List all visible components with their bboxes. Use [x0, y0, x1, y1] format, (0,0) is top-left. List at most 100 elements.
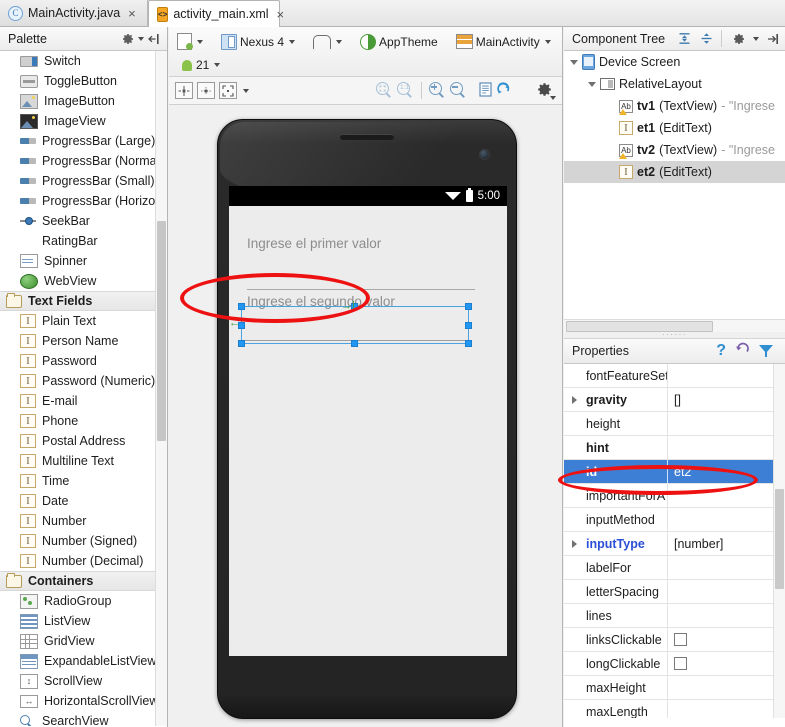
- hide-panel-icon[interactable]: [765, 31, 781, 47]
- device-screen[interactable]: 5:00 Ingrese el primer valor Ingrese el …: [229, 186, 507, 656]
- property-row-linksclickable[interactable]: linksClickable: [564, 628, 785, 652]
- property-value[interactable]: [667, 556, 785, 579]
- restore-default-icon[interactable]: [735, 342, 750, 360]
- palette-item-expandablelistview[interactable]: ExpandableListView: [0, 651, 167, 671]
- tab-mainactivity-java[interactable]: C MainActivity.java ×: [0, 0, 148, 26]
- property-row-labelfor[interactable]: labelFor: [564, 556, 785, 580]
- property-row-id[interactable]: id et2: [564, 460, 785, 484]
- theme-selector-button[interactable]: AppTheme: [356, 33, 442, 51]
- palette-item-person-name[interactable]: I Person Name: [0, 331, 167, 351]
- palette-item-number-decimal[interactable]: I Number (Decimal): [0, 551, 167, 571]
- palette-item-horizontalscrollview[interactable]: ↔ HorizontalScrollView: [0, 691, 167, 711]
- tab-close-icon[interactable]: ×: [128, 7, 136, 20]
- resize-handle-bottom-left[interactable]: [238, 340, 245, 347]
- resize-handle-bottom-right[interactable]: [465, 340, 472, 347]
- palette-item-radiogroup[interactable]: RadioGroup: [0, 591, 167, 611]
- property-expander-icon[interactable]: [572, 539, 577, 548]
- property-value[interactable]: []: [667, 388, 785, 411]
- settings-gear-icon[interactable]: [537, 82, 556, 100]
- property-value[interactable]: [667, 412, 785, 435]
- component-tree-hscrollbar[interactable]: [564, 319, 785, 332]
- component-tree-hscrollbar-thumb[interactable]: [566, 321, 713, 332]
- palette-item-spinner[interactable]: Spinner: [0, 251, 167, 271]
- property-value[interactable]: [667, 628, 785, 651]
- refresh-icon[interactable]: [496, 81, 511, 100]
- tree-twisty-expanded[interactable]: [588, 81, 596, 87]
- palette-item-e-mail[interactable]: I E-mail: [0, 391, 167, 411]
- palette-item-date[interactable]: I Date: [0, 491, 167, 511]
- filter-funnel-icon[interactable]: [759, 345, 773, 357]
- collapse-panel-icon[interactable]: [146, 31, 162, 47]
- textview-tv1[interactable]: Ingrese el primer valor: [247, 236, 381, 251]
- palette-item-time[interactable]: I Time: [0, 471, 167, 491]
- property-row-letterspacing[interactable]: letterSpacing: [564, 580, 785, 604]
- property-value[interactable]: [667, 580, 785, 603]
- palette-group-text-fields[interactable]: Text Fields: [0, 291, 167, 311]
- property-row-hint[interactable]: hint: [564, 436, 785, 460]
- property-expander-icon[interactable]: [572, 395, 577, 404]
- property-value[interactable]: et2: [667, 460, 785, 483]
- property-row-lines[interactable]: lines: [564, 604, 785, 628]
- palette-item-imageview[interactable]: ImageView: [0, 111, 167, 131]
- tab-activity-main-xml[interactable]: <> activity_main.xml ×: [148, 0, 284, 27]
- tree-node-tv2[interactable]: Ab tv2 (TextView) - "Ingrese: [564, 139, 785, 161]
- chevron-down-icon[interactable]: [243, 88, 249, 93]
- property-row-longclickable[interactable]: longClickable: [564, 652, 785, 676]
- orientation-selector-button[interactable]: [309, 34, 346, 50]
- zoom-out-icon[interactable]: [450, 82, 467, 99]
- property-value[interactable]: [667, 364, 785, 387]
- zoom-fit-icon[interactable]: [376, 82, 393, 99]
- tree-node-relativelayout[interactable]: RelativeLayout: [564, 73, 785, 95]
- property-value[interactable]: [667, 508, 785, 531]
- property-checkbox[interactable]: [674, 633, 687, 646]
- tree-node-et2[interactable]: Iet2 (EditText): [564, 161, 785, 183]
- palette-item-imagebutton[interactable]: ImageButton: [0, 91, 167, 111]
- property-checkbox[interactable]: [674, 657, 687, 670]
- palette-item-password-numeric[interactable]: I Password (Numeric): [0, 371, 167, 391]
- palette-item-password[interactable]: I Password: [0, 351, 167, 371]
- palette-item-plain-text[interactable]: I Plain Text: [0, 311, 167, 331]
- palette-item-postal-address[interactable]: I Postal Address: [0, 431, 167, 451]
- palette-scrollbar-thumb[interactable]: [157, 221, 166, 441]
- resize-handle-top-left[interactable]: [238, 303, 245, 310]
- property-row-fontfeaturesett[interactable]: fontFeatureSett: [564, 364, 785, 388]
- property-row-maxheight[interactable]: maxHeight: [564, 676, 785, 700]
- expand-all-icon[interactable]: [676, 31, 692, 47]
- properties-scrollbar-thumb[interactable]: [775, 489, 784, 589]
- palette-item-switch[interactable]: Switch: [0, 51, 167, 71]
- gear-dropdown-caret-icon[interactable]: [138, 36, 144, 41]
- palette-item-progressbar-small[interactable]: ProgressBar (Small): [0, 171, 167, 191]
- property-value[interactable]: [667, 652, 785, 675]
- edittext-et1-underline[interactable]: [247, 289, 475, 290]
- properties-table[interactable]: fontFeatureSett gravity[] height hint id et2 i…: [564, 364, 785, 718]
- property-value[interactable]: [667, 436, 785, 459]
- activity-selector-button[interactable]: MainActivity: [452, 33, 555, 50]
- center-align-icon[interactable]: [175, 82, 193, 99]
- property-row-height[interactable]: height: [564, 412, 785, 436]
- property-value[interactable]: [667, 484, 785, 507]
- api-level-selector-button[interactable]: 21: [177, 57, 224, 73]
- resize-handle-top-right[interactable]: [465, 303, 472, 310]
- app-content-area[interactable]: Ingrese el primer valor Ingrese el segun…: [229, 206, 507, 656]
- palette-item-searchview[interactable]: SearchView: [0, 711, 167, 726]
- device-selector-button[interactable]: Nexus 4: [217, 33, 299, 51]
- design-surface[interactable]: 5:00 Ingrese el primer valor Ingrese el …: [169, 105, 562, 725]
- palette-group-containers[interactable]: Containers: [0, 571, 167, 591]
- palette-item-listview[interactable]: ListView: [0, 611, 167, 631]
- property-row-maxlength[interactable]: maxLength: [564, 700, 785, 718]
- property-row-gravity[interactable]: gravity []: [564, 388, 785, 412]
- palette-item-phone[interactable]: I Phone: [0, 411, 167, 431]
- property-row-inputmethod[interactable]: inputMethod: [564, 508, 785, 532]
- zoom-in-icon[interactable]: [429, 82, 446, 99]
- resize-handle-bottom-center[interactable]: [351, 340, 358, 347]
- properties-scrollbar[interactable]: [773, 364, 785, 718]
- layout-variant-button[interactable]: [173, 32, 207, 51]
- render-document-icon[interactable]: [479, 81, 492, 100]
- property-row-inputtype[interactable]: inputType [number]: [564, 532, 785, 556]
- component-tree[interactable]: Device Screen RelativeLayout Ab tv1 (TextVie…: [564, 51, 785, 319]
- palette-item-scrollview[interactable]: ↕ ScrollView: [0, 671, 167, 691]
- palette-item-number[interactable]: I Number: [0, 511, 167, 531]
- palette-item-list[interactable]: Switch ToggleButton ImageButton ImageView Pr…: [0, 51, 167, 726]
- property-value[interactable]: [number]: [667, 532, 785, 555]
- property-row-importantfora[interactable]: importantForA: [564, 484, 785, 508]
